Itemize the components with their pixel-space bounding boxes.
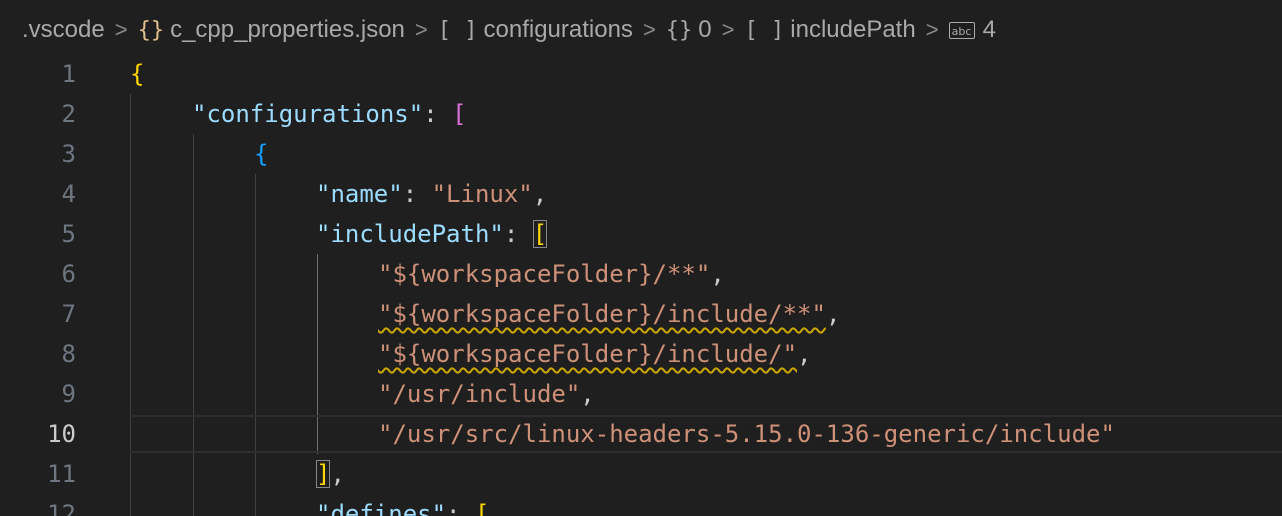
line-number: 12	[47, 500, 76, 516]
code-line[interactable]: 5 "includePath": [	[0, 214, 1282, 254]
code-text: "${workspaceFolder}/include/",	[378, 334, 811, 374]
colon: :	[503, 220, 533, 248]
breadcrumb-folder[interactable]: .vscode	[22, 16, 105, 44]
code-text: "includePath": [	[316, 214, 548, 254]
comma: ,	[330, 460, 345, 488]
breadcrumb-file-label: c_cpp_properties.json	[170, 16, 405, 43]
chevron-right-icon: >	[721, 17, 735, 42]
line-number: 2	[61, 100, 76, 128]
line-number: 7	[61, 300, 76, 328]
breadcrumb-item-label: 4	[982, 16, 996, 43]
line-number: 6	[61, 260, 76, 288]
code-line-current[interactable]: 10 "/usr/src/linux-headers-5.15.0-136-ge…	[0, 414, 1282, 454]
object-icon: {}	[665, 17, 693, 43]
line-number-active: 10	[47, 420, 76, 448]
json-string-warning[interactable]: "${workspaceFolder}/include/"	[378, 340, 797, 368]
breadcrumb-item[interactable]: abc 4	[948, 16, 996, 44]
matched-open-bracket: [	[532, 220, 548, 248]
code-text: ],	[316, 454, 345, 494]
code-line[interactable]: 9 "/usr/include",	[0, 374, 1282, 414]
matched-close-bracket: ]	[316, 460, 331, 488]
code-line[interactable]: 1 {	[0, 54, 1282, 94]
open-bracket: [	[474, 500, 490, 516]
code-text: {	[254, 134, 268, 174]
breadcrumb-include-path[interactable]: [ ] includePath	[745, 16, 916, 44]
line-number: 3	[61, 140, 76, 168]
json-key: "defines"	[316, 500, 447, 516]
json-key: "includePath"	[316, 220, 504, 248]
code-line[interactable]: 4 "name": "Linux",	[0, 174, 1282, 214]
chevron-right-icon: >	[642, 17, 656, 42]
code-text: "configurations": [	[192, 94, 467, 134]
chevron-right-icon: >	[414, 17, 428, 42]
json-string: "Linux"	[431, 180, 533, 208]
colon: :	[402, 180, 432, 208]
open-brace: {	[254, 140, 269, 168]
json-key: "name"	[316, 180, 403, 208]
code-text: "name": "Linux",	[316, 174, 547, 214]
comma: ,	[797, 340, 812, 368]
array-icon: [ ]	[437, 17, 478, 43]
code-text: "/usr/include",	[378, 374, 595, 414]
comma: ,	[580, 380, 595, 408]
breadcrumb-index-label: 0	[698, 16, 712, 43]
open-brace: {	[130, 60, 145, 88]
breadcrumb-file[interactable]: {} c_cpp_properties.json	[138, 16, 405, 44]
string-icon: abc	[948, 21, 975, 39]
line-number: 8	[61, 340, 76, 368]
json-string: "/usr/src/linux-headers-5.15.0-136-gener…	[378, 420, 1115, 448]
line-number: 4	[61, 180, 76, 208]
comma: ,	[825, 300, 841, 328]
json-file-icon: {}	[137, 17, 165, 43]
comma: ,	[710, 260, 725, 288]
breadcrumb-configurations[interactable]: [ ] configurations	[438, 16, 633, 44]
code-text: {	[130, 54, 144, 94]
json-string-warning[interactable]: "${workspaceFolder}/include/**"	[378, 300, 826, 328]
code-text: "/usr/src/linux-headers-5.15.0-136-gener…	[378, 414, 1115, 454]
chevron-right-icon: >	[925, 17, 939, 42]
chevron-right-icon: >	[114, 17, 128, 42]
code-text: "defines": [	[316, 494, 489, 516]
line-number: 1	[61, 60, 76, 88]
line-number: 9	[61, 380, 76, 408]
code-line[interactable]: 8 "${workspaceFolder}/include/",	[0, 334, 1282, 374]
code-text: "${workspaceFolder}/include/**",	[378, 294, 840, 334]
code-line[interactable]: 12 "defines": [	[0, 494, 1282, 516]
breadcrumb-configurations-label: configurations	[483, 16, 633, 43]
code-line[interactable]: 3 {	[0, 134, 1282, 174]
breadcrumb-folder-label: .vscode	[22, 16, 105, 43]
json-key: "configurations"	[192, 100, 424, 128]
code-editor[interactable]: 1 { 2 "configurations": [ 3 { 4 "name": …	[0, 54, 1282, 516]
json-string: "${workspaceFolder}/**"	[378, 260, 711, 288]
breadcrumb: .vscode > {} c_cpp_properties.json > [ ]…	[0, 0, 1282, 60]
array-icon: [ ]	[744, 17, 785, 43]
breadcrumb-include-path-label: includePath	[790, 16, 916, 43]
colon: :	[446, 500, 475, 516]
code-line[interactable]: 7 "${workspaceFolder}/include/**",	[0, 294, 1282, 334]
code-line[interactable]: 11 ],	[0, 454, 1282, 494]
code-text: "${workspaceFolder}/**",	[378, 254, 725, 294]
open-bracket: [	[452, 100, 467, 128]
code-line[interactable]: 2 "configurations": [	[0, 94, 1282, 134]
colon: :	[423, 100, 453, 128]
line-number: 5	[61, 220, 76, 248]
comma: ,	[532, 180, 548, 208]
json-string: "/usr/include"	[378, 380, 581, 408]
code-line[interactable]: 6 "${workspaceFolder}/**",	[0, 254, 1282, 294]
line-number: 11	[47, 460, 76, 488]
breadcrumb-index[interactable]: {} 0	[666, 16, 712, 44]
